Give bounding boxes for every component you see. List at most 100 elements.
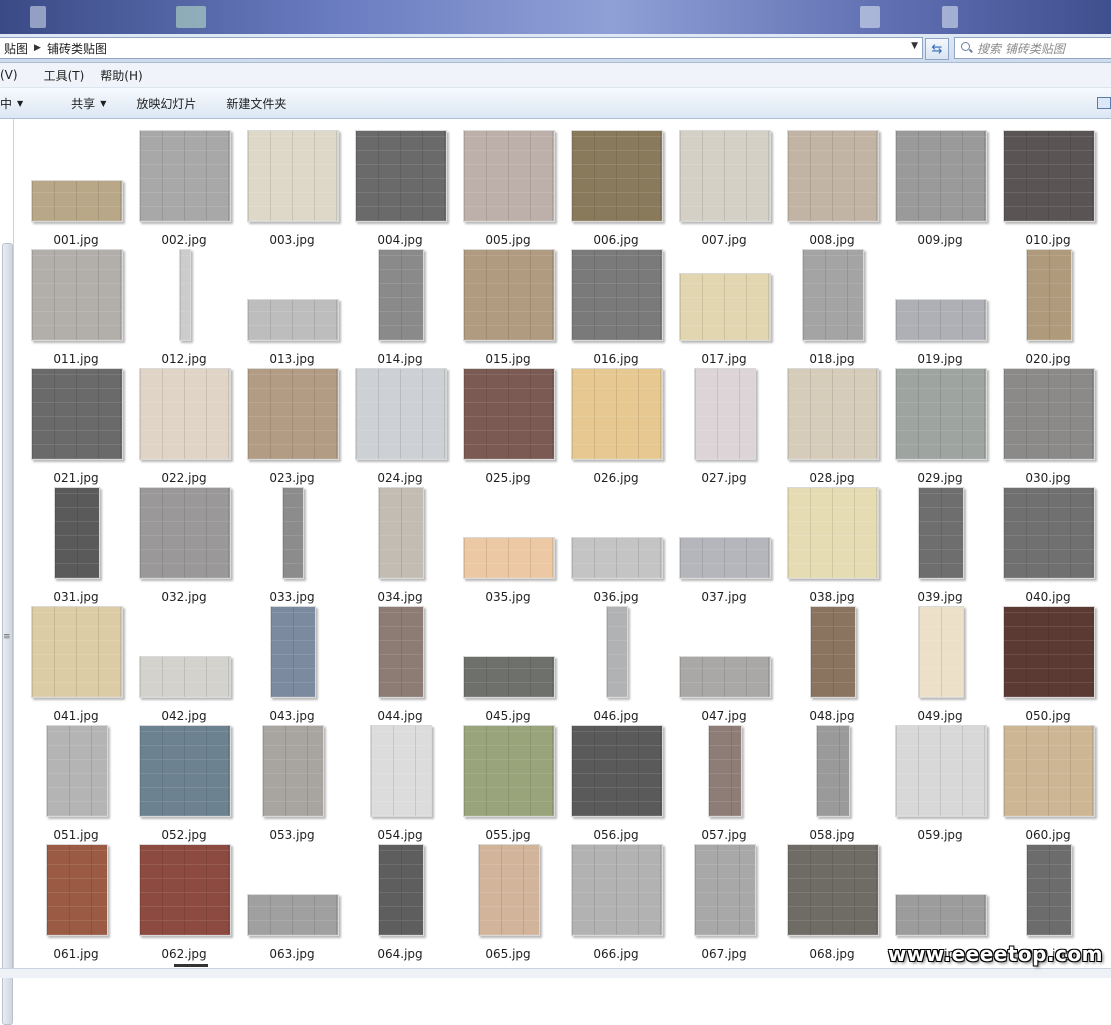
file-item[interactable]: 020.jpg	[994, 247, 1102, 366]
file-thumbnail[interactable]	[139, 130, 231, 222]
file-item[interactable]: 054.jpg	[346, 723, 454, 842]
file-item[interactable]: 034.jpg	[346, 485, 454, 604]
file-thumbnail[interactable]	[247, 299, 339, 341]
file-item[interactable]: 055.jpg	[454, 723, 562, 842]
file-item[interactable]: 056.jpg	[562, 723, 670, 842]
file-thumbnail[interactable]	[179, 249, 191, 341]
file-item[interactable]: 030.jpg	[994, 366, 1102, 485]
file-item[interactable]: 005.jpg	[454, 128, 562, 247]
file-item[interactable]: 028.jpg	[778, 366, 886, 485]
file-thumbnail[interactable]	[463, 130, 555, 222]
file-thumbnail[interactable]	[895, 299, 987, 341]
file-item[interactable]: 068.jpg	[778, 842, 886, 961]
file-item[interactable]: 052.jpg	[130, 723, 238, 842]
file-item[interactable]: 019.jpg	[886, 247, 994, 366]
file-thumbnail[interactable]	[247, 894, 339, 936]
file-item[interactable]: 059.jpg	[886, 723, 994, 842]
address-dropdown-icon[interactable]: ▼	[911, 41, 918, 51]
menu-tools[interactable]: 工具(T)	[26, 67, 93, 84]
file-item[interactable]: 057.jpg	[670, 723, 778, 842]
file-thumbnail[interactable]	[247, 368, 339, 460]
file-thumbnail[interactable]	[282, 487, 304, 579]
file-item[interactable]: 009.jpg	[886, 128, 994, 247]
file-item[interactable]: 029.jpg	[886, 366, 994, 485]
file-item[interactable]: 013.jpg	[238, 247, 346, 366]
file-thumbnail[interactable]	[355, 368, 447, 460]
file-item[interactable]: 003.jpg	[238, 128, 346, 247]
file-item[interactable]: 006.jpg	[562, 128, 670, 247]
file-thumbnail[interactable]	[378, 606, 424, 698]
file-thumbnail[interactable]	[478, 844, 540, 936]
file-thumbnail[interactable]	[370, 725, 432, 817]
file-list[interactable]: 001.jpg 002.jpg 003.jpg 004.jpg 005.jpg 006.j…	[14, 119, 1111, 977]
file-item[interactable]: 063.jpg	[238, 842, 346, 961]
file-thumbnail[interactable]	[463, 656, 555, 698]
file-thumbnail[interactable]	[139, 656, 231, 698]
file-thumbnail[interactable]	[262, 725, 324, 817]
file-item[interactable]: 010.jpg	[994, 128, 1102, 247]
file-item[interactable]: 027.jpg	[670, 366, 778, 485]
file-item[interactable]: 067.jpg	[670, 842, 778, 961]
file-thumbnail[interactable]	[1003, 606, 1095, 698]
file-thumbnail[interactable]	[463, 249, 555, 341]
file-thumbnail[interactable]	[571, 249, 663, 341]
file-thumbnail[interactable]	[1003, 130, 1095, 222]
file-thumbnail[interactable]	[679, 273, 771, 341]
file-thumbnail[interactable]	[31, 249, 123, 341]
file-thumbnail[interactable]	[918, 487, 964, 579]
file-thumbnail[interactable]	[1003, 487, 1095, 579]
file-thumbnail[interactable]	[1026, 844, 1072, 936]
file-thumbnail[interactable]	[679, 130, 771, 222]
file-thumbnail[interactable]	[247, 130, 339, 222]
file-thumbnail[interactable]	[802, 249, 864, 341]
file-thumbnail[interactable]	[139, 844, 231, 936]
file-thumbnail[interactable]	[139, 368, 231, 460]
file-item[interactable]: 049.jpg	[886, 604, 994, 723]
organize-button[interactable]: 中 ▼	[0, 95, 41, 112]
address-bar[interactable]: 贴图 ▶ 铺砖类贴图 ▼	[0, 37, 923, 59]
file-thumbnail[interactable]	[1026, 249, 1072, 341]
file-item[interactable]: 066.jpg	[562, 842, 670, 961]
file-thumbnail[interactable]	[1003, 368, 1095, 460]
file-item[interactable]: 060.jpg	[994, 723, 1102, 842]
file-item[interactable]: 062.jpg	[130, 842, 238, 961]
file-thumbnail[interactable]	[694, 368, 756, 460]
file-item[interactable]: 007.jpg	[670, 128, 778, 247]
file-item[interactable]: 065.jpg	[454, 842, 562, 961]
file-thumbnail[interactable]	[571, 725, 663, 817]
file-item[interactable]: 024.jpg	[346, 366, 454, 485]
file-item[interactable]: 048.jpg	[778, 604, 886, 723]
file-thumbnail[interactable]	[918, 606, 964, 698]
file-item[interactable]: 002.jpg	[130, 128, 238, 247]
file-item[interactable]: 043.jpg	[238, 604, 346, 723]
file-item[interactable]: 036.jpg	[562, 485, 670, 604]
file-item[interactable]: 041.jpg	[22, 604, 130, 723]
file-item[interactable]: 032.jpg	[130, 485, 238, 604]
search-box[interactable]: 搜索 铺砖类贴图	[954, 37, 1111, 59]
file-item[interactable]: 017.jpg	[670, 247, 778, 366]
file-thumbnail[interactable]	[787, 487, 879, 579]
file-item[interactable]: 012.jpg	[130, 247, 238, 366]
file-thumbnail[interactable]	[787, 368, 879, 460]
file-thumbnail[interactable]	[679, 537, 771, 579]
file-item[interactable]: 037.jpg	[670, 485, 778, 604]
file-thumbnail[interactable]	[895, 130, 987, 222]
file-item[interactable]: 051.jpg	[22, 723, 130, 842]
breadcrumb-current[interactable]: 铺砖类贴图	[43, 40, 111, 57]
file-item[interactable]: 015.jpg	[454, 247, 562, 366]
file-thumbnail[interactable]	[571, 537, 663, 579]
file-item[interactable]: 047.jpg	[670, 604, 778, 723]
file-item[interactable]: 026.jpg	[562, 366, 670, 485]
file-item[interactable]: 042.jpg	[130, 604, 238, 723]
file-thumbnail[interactable]	[463, 368, 555, 460]
new-folder-button[interactable]: 新建文件夹	[208, 95, 298, 112]
file-item[interactable]: 046.jpg	[562, 604, 670, 723]
file-item[interactable]: 064.jpg	[346, 842, 454, 961]
file-thumbnail[interactable]	[139, 725, 231, 817]
file-thumbnail[interactable]	[571, 844, 663, 936]
file-thumbnail[interactable]	[694, 844, 756, 936]
file-item[interactable]: 040.jpg	[994, 485, 1102, 604]
file-item[interactable]: 008.jpg	[778, 128, 886, 247]
splitter-grip-icon[interactable]: ≡	[3, 633, 11, 642]
file-item[interactable]: 033.jpg	[238, 485, 346, 604]
